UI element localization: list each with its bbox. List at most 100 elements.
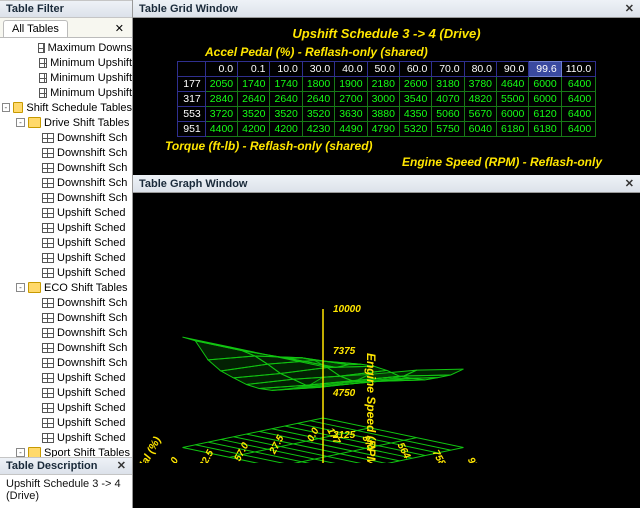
tree-item[interactable]: Upshift Sched [2, 265, 132, 280]
expand-toggle-icon[interactable]: - [2, 103, 10, 112]
column-header[interactable]: 60.0 [399, 62, 431, 77]
column-header[interactable]: 30.0 [302, 62, 334, 77]
expand-toggle-icon[interactable]: - [16, 283, 25, 292]
tree-item[interactable]: Upshift Sched [2, 400, 132, 415]
row-header[interactable]: 951 [177, 122, 205, 137]
grid-cell[interactable]: 6180 [529, 122, 561, 137]
grid-cell[interactable]: 6400 [561, 92, 596, 107]
tree-item[interactable]: Maximum Downs [2, 40, 132, 55]
grid-cell[interactable]: 1740 [238, 77, 270, 92]
grid-cell[interactable]: 2700 [335, 92, 367, 107]
tab-all-tables[interactable]: All Tables [3, 20, 68, 37]
column-header[interactable]: 10.0 [270, 62, 302, 77]
grid-cell[interactable]: 4640 [497, 77, 529, 92]
graph-area[interactable]: 10000737547502125-5000.027.557.082.5110.… [133, 193, 640, 508]
grid-cell[interactable]: 4230 [302, 122, 334, 137]
grid-cell[interactable]: 3880 [367, 107, 399, 122]
grid-cell[interactable]: 4490 [335, 122, 367, 137]
tree-item[interactable]: Upshift Sched [2, 205, 132, 220]
tree-folder[interactable]: -ECO Shift Tables [2, 280, 132, 295]
grid-cell[interactable]: 4790 [367, 122, 399, 137]
grid-cell[interactable]: 2600 [399, 77, 431, 92]
column-header[interactable]: 110.0 [561, 62, 596, 77]
table-tree[interactable]: Maximum DownsMinimum UpshiftMinimum Upsh… [0, 38, 132, 457]
tree-item[interactable]: Upshift Sched [2, 250, 132, 265]
tree-item[interactable]: Downshift Sch [2, 355, 132, 370]
grid-cell[interactable]: 6000 [529, 92, 561, 107]
tree-item[interactable]: Downshift Sch [2, 340, 132, 355]
grid-cell[interactable]: 4200 [238, 122, 270, 137]
column-header[interactable]: 80.0 [464, 62, 496, 77]
row-header[interactable]: 553 [177, 107, 205, 122]
tree-item[interactable]: Upshift Sched [2, 220, 132, 235]
grid-cell[interactable]: 2640 [270, 92, 302, 107]
column-header[interactable]: 70.0 [432, 62, 464, 77]
grid-cell[interactable]: 5320 [399, 122, 431, 137]
tree-item[interactable]: Downshift Sch [2, 190, 132, 205]
grid-cell[interactable]: 6040 [464, 122, 496, 137]
grid-cell[interactable]: 3180 [432, 77, 464, 92]
grid-cell[interactable]: 1800 [302, 77, 334, 92]
tree-folder[interactable]: -Sport Shift Tables [2, 445, 132, 457]
expand-toggle-icon[interactable]: - [16, 118, 25, 127]
grid-cell[interactable]: 6400 [561, 77, 596, 92]
grid-cell[interactable]: 6120 [529, 107, 561, 122]
grid-cell[interactable]: 1740 [270, 77, 302, 92]
grid-cell[interactable]: 5060 [432, 107, 464, 122]
grid-cell[interactable]: 5750 [432, 122, 464, 137]
grid-cell[interactable]: 5670 [464, 107, 496, 122]
tree-item[interactable]: Downshift Sch [2, 130, 132, 145]
tree-item[interactable]: Upshift Sched [2, 430, 132, 445]
graph-window-title-bar[interactable]: Table Graph Window ✕ [133, 175, 640, 193]
grid-cell[interactable]: 2640 [302, 92, 334, 107]
tree-folder[interactable]: -Drive Shift Tables [2, 115, 132, 130]
grid-cell[interactable]: 6400 [561, 122, 596, 137]
column-header[interactable]: 0.1 [238, 62, 270, 77]
grid-cell[interactable]: 3520 [238, 107, 270, 122]
tree-item[interactable]: Upshift Sched [2, 235, 132, 250]
close-icon[interactable]: ✕ [109, 20, 130, 37]
close-icon[interactable]: ✕ [625, 177, 634, 190]
grid-cell[interactable]: 4400 [205, 122, 237, 137]
row-header[interactable]: 177 [177, 77, 205, 92]
grid-cell[interactable]: 4200 [270, 122, 302, 137]
column-header[interactable]: 0.0 [205, 62, 237, 77]
grid-cell[interactable]: 3520 [270, 107, 302, 122]
column-header[interactable]: 90.0 [497, 62, 529, 77]
grid-cell[interactable]: 6000 [497, 107, 529, 122]
expand-toggle-icon[interactable]: - [16, 448, 25, 457]
grid-cell[interactable]: 6400 [561, 107, 596, 122]
grid-cell[interactable]: 6180 [497, 122, 529, 137]
grid-cell[interactable]: 3720 [205, 107, 237, 122]
tree-item[interactable]: Downshift Sch [2, 310, 132, 325]
grid-cell[interactable]: 3780 [464, 77, 496, 92]
grid-window-title-bar[interactable]: Table Grid Window ✕ [133, 0, 640, 18]
close-icon[interactable]: ✕ [117, 459, 126, 473]
grid-cell[interactable]: 6000 [529, 77, 561, 92]
grid-cell[interactable]: 3520 [302, 107, 334, 122]
tree-item[interactable]: Minimum Upshift [2, 55, 132, 70]
tree-item[interactable]: Downshift Sch [2, 145, 132, 160]
tree-item[interactable]: Upshift Sched [2, 370, 132, 385]
tree-item[interactable]: Upshift Sched [2, 415, 132, 430]
tree-item[interactable]: Minimum Upshift [2, 70, 132, 85]
column-header[interactable]: 40.0 [335, 62, 367, 77]
grid-cell[interactable]: 5500 [497, 92, 529, 107]
grid-cell[interactable]: 3630 [335, 107, 367, 122]
grid-cell[interactable]: 3540 [399, 92, 431, 107]
close-icon[interactable]: ✕ [625, 2, 634, 15]
grid-cell[interactable]: 2180 [367, 77, 399, 92]
column-header[interactable]: 99.6 [529, 62, 561, 77]
tree-item[interactable]: Upshift Sched [2, 385, 132, 400]
tree-item[interactable]: Downshift Sch [2, 325, 132, 340]
row-header[interactable]: 317 [177, 92, 205, 107]
grid-cell[interactable]: 2640 [238, 92, 270, 107]
column-header[interactable]: 50.0 [367, 62, 399, 77]
grid-cell[interactable]: 2840 [205, 92, 237, 107]
grid-cell[interactable]: 4070 [432, 92, 464, 107]
grid-cell[interactable]: 3000 [367, 92, 399, 107]
tree-item[interactable]: Downshift Sch [2, 295, 132, 310]
tree-item[interactable]: Minimum Upshift [2, 85, 132, 100]
grid-cell[interactable]: 4820 [464, 92, 496, 107]
tree-item[interactable]: Downshift Sch [2, 175, 132, 190]
